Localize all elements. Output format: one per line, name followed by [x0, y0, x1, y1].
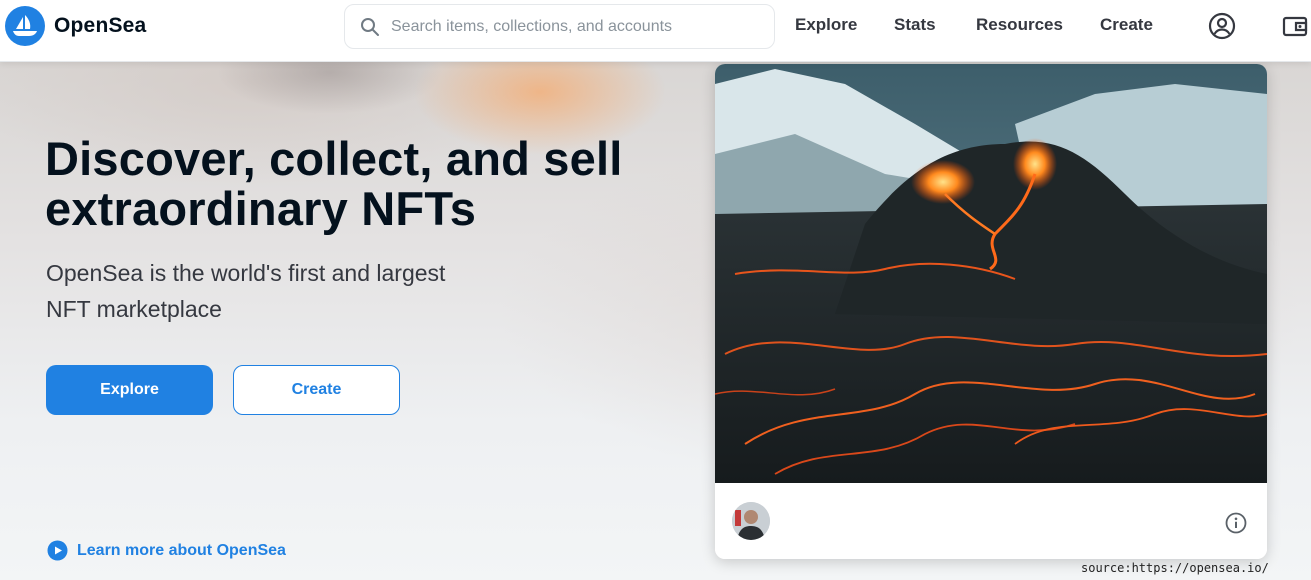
nav-explore-link[interactable]: Explore — [795, 15, 857, 35]
search-bar[interactable] — [344, 4, 775, 49]
top-navbar: OpenSea Explore Stats Resources Create — [0, 0, 1311, 62]
wallet-icon[interactable] — [1281, 12, 1309, 40]
search-input[interactable] — [391, 17, 761, 36]
explore-button[interactable]: Explore — [46, 365, 213, 415]
card-footer — [715, 483, 1267, 559]
nav-create-link[interactable]: Create — [1100, 15, 1153, 35]
featured-nft-card[interactable] — [715, 64, 1267, 559]
volcano-artwork-image — [715, 64, 1267, 483]
source-caption: source:https://opensea.io/ — [1081, 561, 1269, 575]
nav-resources-link[interactable]: Resources — [976, 15, 1063, 35]
creator-avatar[interactable] — [732, 502, 770, 540]
opensea-logo-icon — [5, 6, 45, 46]
info-icon[interactable] — [1225, 512, 1247, 534]
hero-section: Discover, collect, and sell extraordinar… — [0, 62, 1311, 580]
learn-more-link[interactable]: Learn more about OpenSea — [47, 540, 286, 561]
hero-headline: Discover, collect, and sell extraordinar… — [45, 132, 623, 235]
account-circle-icon[interactable] — [1208, 12, 1236, 40]
hero-subheadline: OpenSea is the world's first and largest… — [46, 260, 446, 322]
create-button[interactable]: Create — [233, 365, 400, 415]
search-icon — [359, 16, 381, 38]
brand-link[interactable]: OpenSea — [5, 6, 146, 46]
play-circle-icon — [47, 540, 68, 561]
learn-more-text: Learn more about OpenSea — [77, 541, 286, 559]
nav-stats-link[interactable]: Stats — [894, 15, 936, 35]
brand-name: OpenSea — [54, 14, 147, 37]
